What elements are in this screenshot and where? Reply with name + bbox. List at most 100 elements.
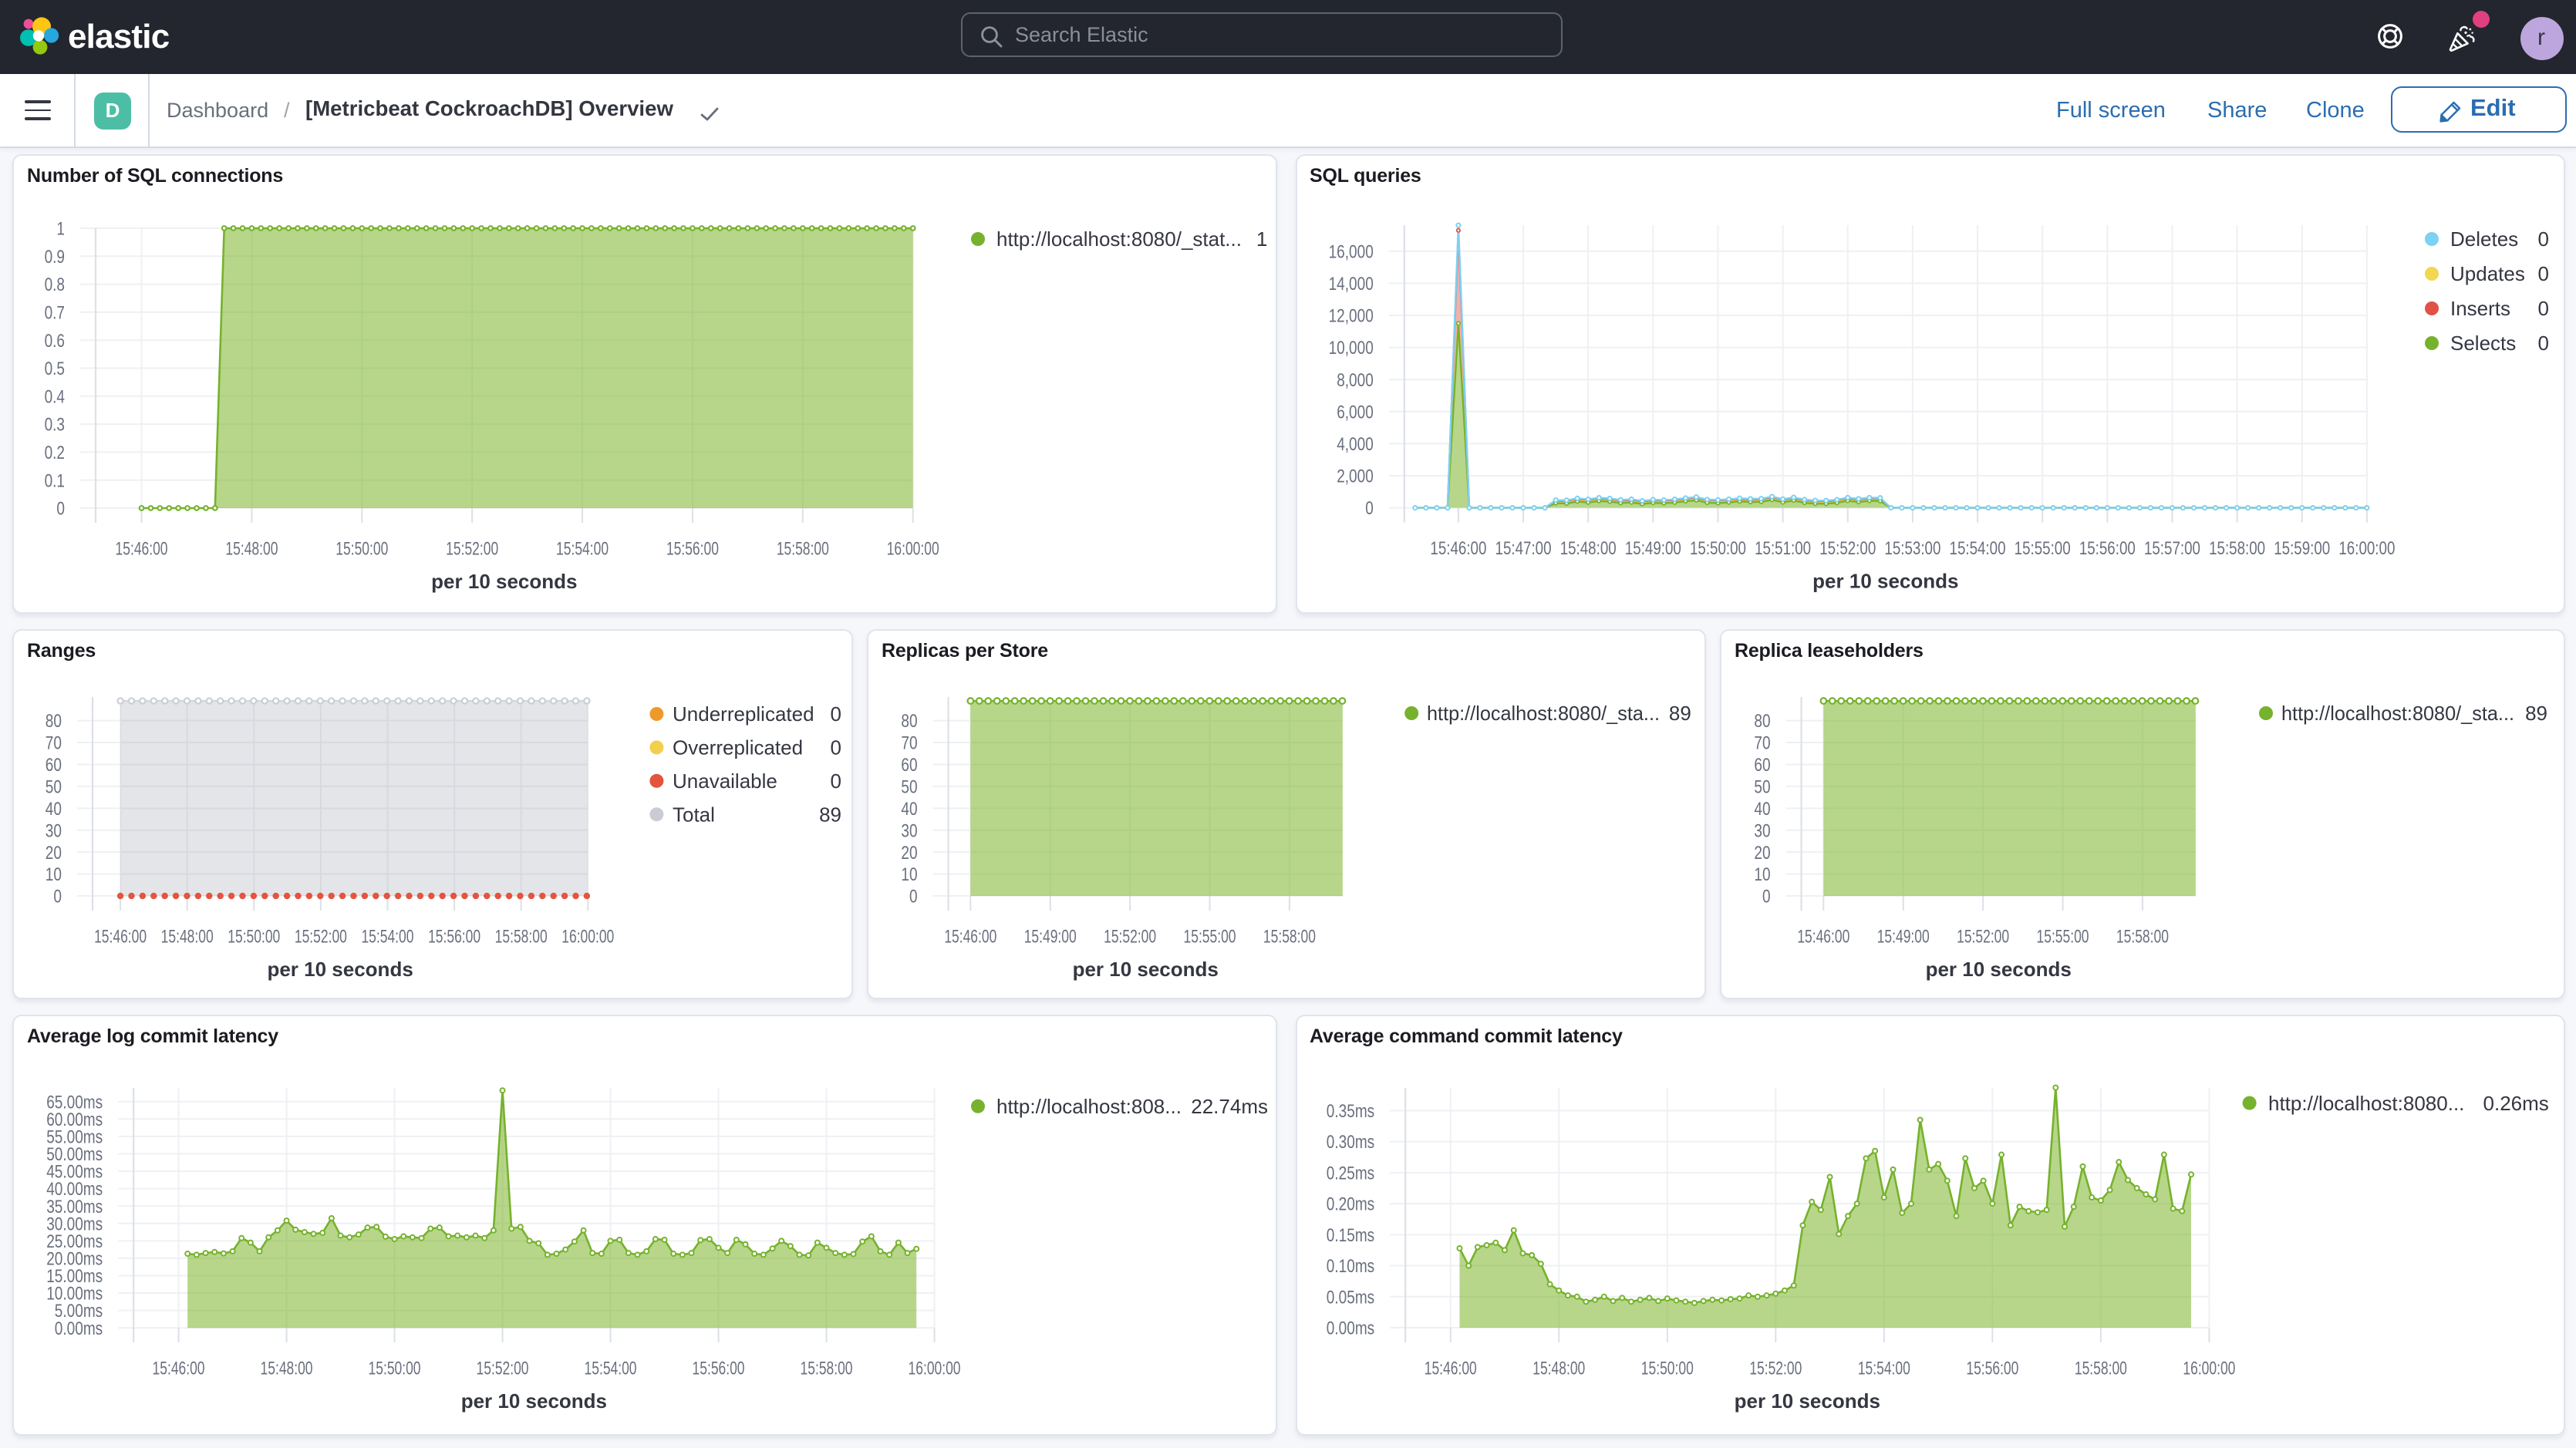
- svg-text:0.3: 0.3: [45, 415, 65, 436]
- svg-text:15:47:00: 15:47:00: [1495, 538, 1551, 559]
- svg-text:0.15ms: 0.15ms: [1326, 1225, 1374, 1246]
- svg-text:0: 0: [1762, 887, 1771, 908]
- svg-text:50: 50: [1754, 777, 1770, 798]
- svg-text:15:52:00: 15:52:00: [295, 926, 347, 947]
- svg-text:6,000: 6,000: [1336, 402, 1373, 423]
- svg-text:15:54:00: 15:54:00: [1857, 1358, 1910, 1379]
- svg-text:0: 0: [2537, 262, 2548, 285]
- svg-text:20: 20: [1754, 843, 1770, 864]
- svg-text:0.9: 0.9: [45, 247, 65, 268]
- svg-text:0.05ms: 0.05ms: [1326, 1287, 1374, 1308]
- svg-text:http://localhost:8080/_sta...: http://localhost:8080/_sta...: [2281, 702, 2514, 725]
- svg-text:15:49:00: 15:49:00: [1877, 926, 1930, 947]
- svg-text:15:48:00: 15:48:00: [1559, 538, 1616, 559]
- svg-text:15:50:00: 15:50:00: [228, 926, 280, 947]
- svg-text:15:52:00: 15:52:00: [1748, 1358, 1801, 1379]
- svg-text:Inserts: Inserts: [2450, 297, 2510, 320]
- svg-text:0.5: 0.5: [45, 359, 65, 379]
- svg-text:60: 60: [1754, 755, 1770, 776]
- svg-text:http://localhost:8080...: http://localhost:8080...: [2267, 1092, 2463, 1115]
- svg-text:15:46:00: 15:46:00: [1429, 538, 1485, 559]
- svg-text:15:50:00: 15:50:00: [1640, 1358, 1693, 1379]
- svg-text:22.74ms: 22.74ms: [1191, 1095, 1268, 1118]
- svg-text:16:00:00: 16:00:00: [909, 1359, 961, 1379]
- svg-text:0: 0: [2537, 227, 2548, 251]
- svg-text:15:46:00: 15:46:00: [1797, 926, 1849, 947]
- svg-text:15:46:00: 15:46:00: [153, 1359, 205, 1379]
- svg-text:15:48:00: 15:48:00: [225, 538, 278, 559]
- svg-text:60: 60: [46, 755, 62, 776]
- svg-text:50: 50: [901, 777, 917, 798]
- svg-text:15:55:00: 15:55:00: [2037, 926, 2089, 947]
- svg-text:0: 0: [1364, 498, 1373, 519]
- svg-text:89: 89: [819, 803, 841, 826]
- svg-text:50: 50: [46, 777, 62, 798]
- svg-text:15:48:00: 15:48:00: [261, 1359, 313, 1379]
- svg-text:15:52:00: 15:52:00: [1819, 538, 1875, 559]
- svg-text:30: 30: [1754, 820, 1770, 841]
- svg-text:0.6: 0.6: [45, 331, 65, 352]
- svg-text:15:46:00: 15:46:00: [94, 926, 147, 947]
- svg-text:0.30ms: 0.30ms: [1326, 1132, 1374, 1153]
- svg-text:1: 1: [56, 219, 65, 240]
- svg-text:10: 10: [46, 864, 62, 885]
- svg-text:15:53:00: 15:53:00: [1883, 538, 1940, 559]
- svg-text:15:58:00: 15:58:00: [801, 1359, 853, 1379]
- svg-text:20: 20: [901, 843, 917, 864]
- svg-text:0.4: 0.4: [45, 386, 65, 407]
- svg-text:20: 20: [46, 843, 62, 864]
- svg-text:Overreplicated: Overreplicated: [673, 736, 803, 759]
- svg-text:40: 40: [46, 799, 62, 820]
- svg-text:15:54:00: 15:54:00: [585, 1359, 637, 1379]
- svg-text:0: 0: [56, 499, 65, 520]
- svg-text:2,000: 2,000: [1336, 466, 1373, 487]
- svg-text:15:48:00: 15:48:00: [1532, 1358, 1584, 1379]
- svg-text:89: 89: [1669, 702, 1691, 725]
- svg-text:15:58:00: 15:58:00: [2208, 538, 2264, 559]
- svg-text:Total: Total: [673, 803, 715, 826]
- svg-text:Selects: Selects: [2450, 332, 2515, 355]
- svg-text:15:57:00: 15:57:00: [2143, 538, 2200, 559]
- svg-text:0.00ms: 0.00ms: [1326, 1318, 1374, 1339]
- svg-text:15:49:00: 15:49:00: [1024, 926, 1077, 947]
- svg-text:12,000: 12,000: [1328, 306, 1373, 327]
- svg-text:70: 70: [901, 733, 917, 754]
- svg-text:80: 80: [1754, 711, 1770, 732]
- svg-text:10,000: 10,000: [1328, 338, 1373, 359]
- svg-text:70: 70: [46, 733, 62, 754]
- svg-text:15:58:00: 15:58:00: [2116, 926, 2169, 947]
- svg-text:40: 40: [1754, 799, 1770, 820]
- svg-text:per 10 seconds: per 10 seconds: [431, 570, 577, 593]
- svg-text:0: 0: [831, 736, 841, 759]
- svg-text:15:54:00: 15:54:00: [361, 926, 413, 947]
- svg-text:15:52:00: 15:52:00: [477, 1359, 529, 1379]
- svg-text:80: 80: [46, 711, 62, 732]
- svg-text:15:49:00: 15:49:00: [1624, 538, 1681, 559]
- svg-text:0: 0: [2537, 332, 2548, 355]
- svg-text:15:48:00: 15:48:00: [161, 926, 214, 947]
- svg-text:per 10 seconds: per 10 seconds: [1926, 958, 2072, 981]
- svg-text:4,000: 4,000: [1336, 434, 1373, 455]
- svg-text:15:50:00: 15:50:00: [335, 538, 388, 559]
- svg-text:15:58:00: 15:58:00: [495, 926, 548, 947]
- svg-text:0: 0: [53, 887, 62, 908]
- svg-text:14,000: 14,000: [1328, 274, 1373, 295]
- svg-text:http://localhost:8080/_sta...: http://localhost:8080/_sta...: [1427, 702, 1660, 725]
- svg-text:0: 0: [909, 887, 918, 908]
- svg-text:0.26ms: 0.26ms: [2483, 1092, 2548, 1115]
- svg-text:10: 10: [901, 864, 917, 885]
- svg-text:89: 89: [2525, 702, 2547, 725]
- svg-text:http://localhost:808...: http://localhost:808...: [996, 1095, 1182, 1118]
- svg-text:15:54:00: 15:54:00: [556, 538, 609, 559]
- svg-text:15:54:00: 15:54:00: [1949, 538, 2005, 559]
- svg-text:15:56:00: 15:56:00: [1965, 1358, 2018, 1379]
- svg-text:Unavailable: Unavailable: [673, 769, 777, 793]
- svg-text:15:52:00: 15:52:00: [1104, 926, 1156, 947]
- svg-text:60: 60: [901, 755, 917, 776]
- svg-text:15:58:00: 15:58:00: [2074, 1358, 2126, 1379]
- svg-text:15:50:00: 15:50:00: [1689, 538, 1745, 559]
- svg-text:per 10 seconds: per 10 seconds: [461, 1389, 607, 1413]
- svg-text:30: 30: [46, 820, 62, 841]
- svg-text:15:46:00: 15:46:00: [116, 538, 168, 559]
- svg-text:0.25ms: 0.25ms: [1326, 1163, 1374, 1184]
